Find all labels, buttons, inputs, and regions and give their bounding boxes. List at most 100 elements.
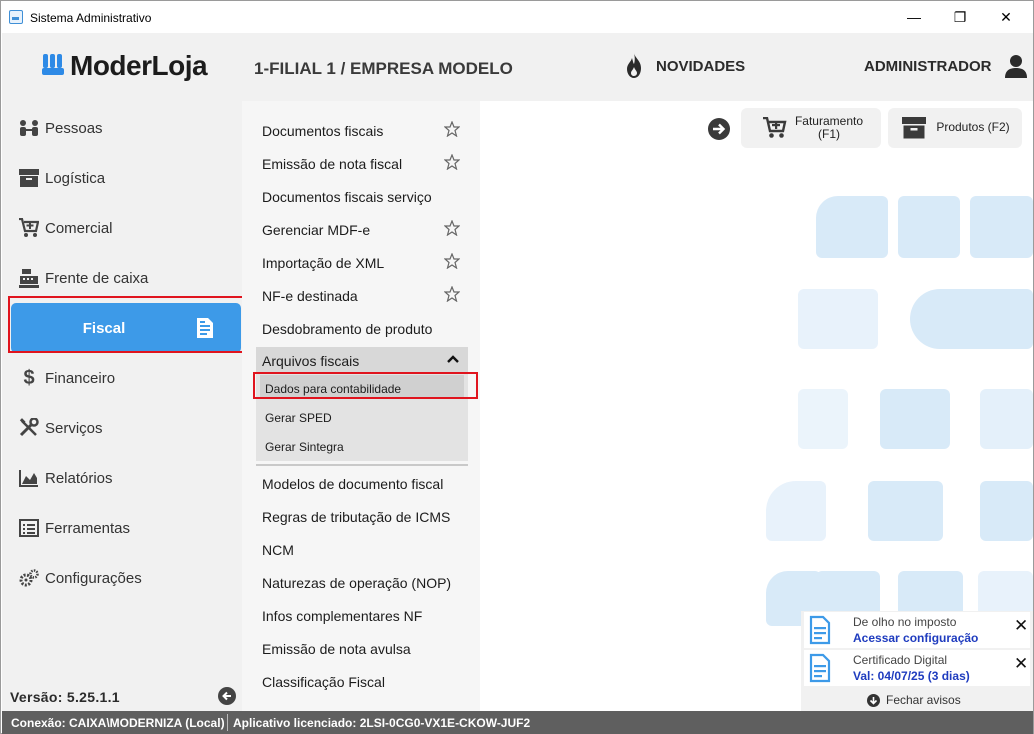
faturamento-button[interactable]: Faturamento (F1) <box>741 108 881 148</box>
sidebar-item-label: Financeiro <box>45 369 116 387</box>
highlight-fiscal <box>8 296 247 353</box>
app-header: ModerLoja 1-FILIAL 1 / EMPRESA MODELO NO… <box>2 33 1033 101</box>
submenu-item-modelos-documento[interactable]: Modelos de documento fiscal <box>262 476 443 492</box>
version-label: Versão: 5.25.1.1 <box>10 689 120 705</box>
notice-link[interactable]: Val: 04/07/25 (3 dias) <box>853 669 970 683</box>
sidebar-item-comercial[interactable]: Comercial <box>2 205 242 251</box>
logo-text: ModerLoja <box>70 50 208 81</box>
sidebar-item-label: Pessoas <box>45 119 103 137</box>
sidebar-item-relatorios[interactable]: Relatórios <box>2 455 242 501</box>
dollar-icon: $ <box>23 366 35 389</box>
submenu-item-regras-icms[interactable]: Regras de tributação de ICMS <box>262 509 450 525</box>
close-notices-button[interactable]: Fechar avisos <box>867 693 961 707</box>
submenu-item-importacao-xml[interactable]: Importação de XML <box>262 255 384 271</box>
news-button[interactable]: NOVIDADES <box>624 53 745 79</box>
sidebar-item-ferramentas[interactable]: Ferramentas <box>2 505 242 551</box>
status-divider <box>227 714 228 731</box>
group-arquivos-fiscais: Arquivos fiscais Dados para contabilidad… <box>256 347 468 461</box>
submenu-item-classificacao-fiscal[interactable]: Classificação Fiscal <box>262 674 385 690</box>
license-status: Aplicativo licenciado: 2LSI-0CG0-VX1E-CK… <box>233 716 531 730</box>
produtos-label: Produtos (F2) <box>936 120 1010 134</box>
sidebar-item-logistica[interactable]: Logística <box>2 155 242 201</box>
logo-icon <box>42 54 66 78</box>
chevron-down-circle-icon <box>867 693 880 707</box>
notice-title: Certificado Digital <box>853 653 948 667</box>
star-icon[interactable] <box>444 121 460 137</box>
sidebar-item-pessoas[interactable]: Pessoas <box>2 105 242 151</box>
submenu-item-nfe-destinada[interactable]: NF-e destinada <box>262 288 358 304</box>
star-icon[interactable] <box>444 253 460 269</box>
user-menu[interactable]: ADMINISTRADOR <box>864 54 1028 78</box>
user-icon <box>1004 55 1027 78</box>
sidebar-item-configuracoes[interactable]: Configurações <box>2 555 242 601</box>
minimize-button[interactable]: — <box>891 1 937 33</box>
submenu-item-emissao-nota-fiscal[interactable]: Emissão de nota fiscal <box>262 156 402 172</box>
star-icon[interactable] <box>444 286 460 302</box>
arrow-left-icon <box>222 691 231 701</box>
sidebar-item-label: Serviços <box>45 419 103 437</box>
highlight-dados-contabilidade <box>253 372 478 399</box>
gears-icon <box>19 568 39 588</box>
submenu-item-emissao-nota-avulsa[interactable]: Emissão de nota avulsa <box>262 641 411 657</box>
group-label: Arquivos fiscais <box>262 353 360 369</box>
submenu-item-desdobramento-produto[interactable]: Desdobramento de produto <box>262 321 432 337</box>
close-icon[interactable]: ✕ <box>1014 654 1028 674</box>
submenu-item-documentos-fiscais[interactable]: Documentos fiscais <box>262 123 383 139</box>
collapse-sidebar-button[interactable] <box>218 687 236 705</box>
maximize-button[interactable]: ❐ <box>937 1 983 33</box>
sidebar-item-label: Comercial <box>45 219 113 237</box>
chart-icon <box>19 468 39 488</box>
sidebar-item-label: Logística <box>45 169 106 187</box>
submenu-item-gerar-sintegra[interactable]: Gerar Sintegra <box>265 440 344 454</box>
fire-icon <box>627 53 641 78</box>
box-icon <box>19 168 39 188</box>
submenu-item-infos-complementares[interactable]: Infos complementares NF <box>262 608 422 624</box>
divider <box>256 464 468 466</box>
submenu-item-ncm[interactable]: NCM <box>262 542 294 558</box>
box-icon <box>902 117 926 139</box>
news-label: NOVIDADES <box>656 57 746 75</box>
app-window: Sistema Administrativo — ❐ ✕ ModerLoja 1… <box>0 0 1034 734</box>
cash-register-icon <box>19 268 39 288</box>
star-icon[interactable] <box>444 154 460 170</box>
chevron-up-icon <box>447 355 459 363</box>
notices-panel: De olho no imposto Acessar configuração … <box>801 611 1033 711</box>
sidebar-item-servicos[interactable]: Serviços <box>2 405 242 451</box>
close-icon[interactable]: ✕ <box>1014 616 1028 636</box>
arrow-right-icon[interactable] <box>707 117 731 141</box>
sidebar-item-financeiro[interactable]: $ Financeiro <box>2 355 242 401</box>
sidebar-item-label: Ferramentas <box>45 519 131 537</box>
group-header[interactable]: Arquivos fiscais <box>256 347 468 374</box>
notice-certificado-digital[interactable]: Certificado Digital Val: 04/07/25 (3 dia… <box>804 650 1030 686</box>
notice-de-olho-imposto[interactable]: De olho no imposto Acessar configuração … <box>804 612 1030 648</box>
notice-title: De olho no imposto <box>853 615 957 629</box>
submenu-item-documentos-fiscais-servico[interactable]: Documentos fiscais serviço <box>262 189 432 205</box>
people-icon <box>19 118 39 138</box>
close-button[interactable]: ✕ <box>983 1 1029 33</box>
close-notices-label: Fechar avisos <box>886 693 961 707</box>
company-name[interactable]: 1-FILIAL 1 / EMPRESA MODELO <box>254 59 513 79</box>
sidebar-item-label: Configurações <box>45 569 142 587</box>
window-title: Sistema Administrativo <box>30 11 152 25</box>
title-bar: Sistema Administrativo — ❐ ✕ <box>1 1 1033 33</box>
tools-icon <box>19 418 39 438</box>
user-label: ADMINISTRADOR <box>864 57 992 75</box>
sidebar-item-label: Relatórios <box>45 469 113 487</box>
status-bar: Conexão: CAIXA\MODERNIZA (Local) Aplicat… <box>2 711 1033 734</box>
submenu-item-gerenciar-mdfe[interactable]: Gerenciar MDF-e <box>262 222 370 238</box>
submenu-item-gerar-sped[interactable]: Gerar SPED <box>265 411 332 425</box>
sidebar-item-label: Frente de caixa <box>45 269 149 287</box>
fiscal-submenu: Documentos fiscais Emissão de nota fisca… <box>242 101 480 711</box>
notice-link[interactable]: Acessar configuração <box>853 631 978 645</box>
faturamento-label: Faturamento (F1) <box>793 115 865 141</box>
document-icon <box>809 615 831 645</box>
sidebar-item-frente-de-caixa[interactable]: Frente de caixa <box>2 255 242 301</box>
app-icon <box>9 10 23 24</box>
logo: ModerLoja <box>42 50 208 81</box>
submenu-item-naturezas-operacao[interactable]: Naturezas de operação (NOP) <box>262 575 451 591</box>
star-icon[interactable] <box>444 220 460 236</box>
produtos-button[interactable]: Produtos (F2) <box>888 108 1022 148</box>
cart-icon <box>19 218 39 238</box>
sidebar: Pessoas Logística Comercial Frente de ca… <box>2 101 242 711</box>
faturamento-label-line1: Faturamento <box>794 114 864 128</box>
